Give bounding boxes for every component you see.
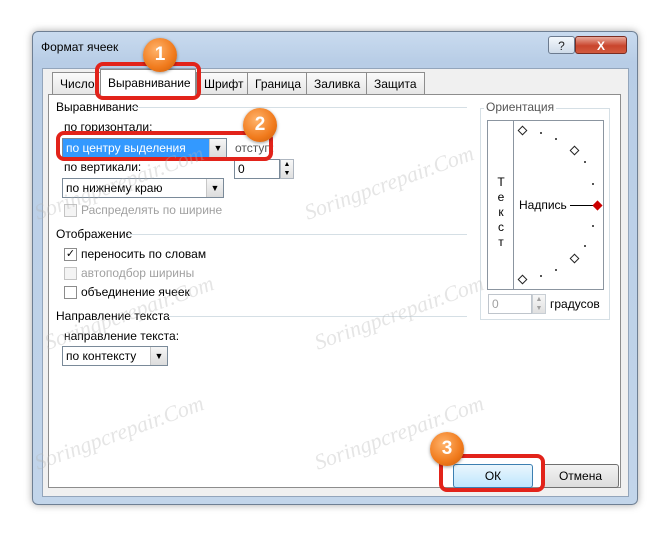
angle-dot [584, 161, 586, 163]
vertical-combo[interactable]: по нижнему краю ▼ [62, 178, 224, 198]
orientation-caption: Надпись [519, 198, 567, 212]
step-badge-2: 2 [243, 108, 277, 142]
step-badge-1: 1 [143, 38, 177, 72]
chevron-down-icon[interactable]: ▼ [150, 347, 167, 365]
angle-marker-active[interactable] [592, 200, 603, 211]
dialog-title: Формат ячеек [41, 40, 119, 54]
direction-value: по контексту [66, 349, 137, 363]
spin-up-icon[interactable]: ▲ [281, 160, 293, 169]
tab-border[interactable]: Граница [247, 72, 310, 94]
angle-dot [540, 132, 542, 134]
vertical-value: по нижнему краю [66, 181, 163, 195]
autofit-label: автоподбор ширины [81, 266, 195, 280]
vertical-text-box[interactable]: Т е к с т [487, 120, 515, 290]
cancel-button[interactable]: Отмена [542, 464, 619, 488]
indent-input[interactable]: 0 [234, 159, 280, 179]
alignment-group-title: Выравнивание [56, 100, 139, 114]
checkmark-icon: ✓ [65, 248, 76, 260]
wrap-checkbox[interactable]: ✓ [64, 248, 77, 261]
wrap-label: переносить по словам [81, 247, 207, 261]
direction-group-title: Направление текста [56, 309, 170, 323]
vertical-text-letter: к [498, 205, 504, 219]
vertical-text-letter: с [498, 220, 504, 234]
orientation-dial[interactable]: Надпись [513, 120, 604, 290]
angle-marker[interactable] [517, 125, 528, 136]
orientation-group-title: Ориентация [484, 100, 557, 114]
merge-label: объединение ячеек [81, 285, 190, 299]
degrees-label: градусов [550, 297, 600, 311]
spin-up-icon[interactable]: ▲ [533, 295, 545, 304]
angle-marker[interactable] [569, 145, 580, 156]
tab-font[interactable]: Шрифт [196, 72, 252, 94]
vertical-label: по вертикали: [64, 160, 142, 174]
vertical-text-letter: Т [497, 175, 505, 189]
display-group-title: Отображение [56, 227, 133, 241]
angle-dot [540, 275, 542, 277]
merge-checkbox[interactable] [64, 286, 77, 299]
angle-dot [592, 183, 594, 185]
group-divider [132, 107, 467, 108]
direction-combo[interactable]: по контексту ▼ [62, 346, 168, 366]
indent-spinner[interactable]: ▲ ▼ [280, 159, 294, 179]
tab-fill[interactable]: Заливка [306, 72, 369, 94]
orientation-needle [570, 205, 594, 206]
help-button[interactable]: ? [548, 36, 575, 54]
angle-dot [555, 269, 557, 271]
group-divider [128, 234, 467, 235]
angle-dot [584, 245, 586, 247]
degrees-input[interactable]: 0 [488, 294, 532, 314]
autofit-checkbox[interactable] [64, 267, 77, 280]
step-badge-3: 3 [430, 432, 464, 466]
close-button[interactable]: X [575, 36, 627, 54]
spin-down-icon[interactable]: ▼ [533, 304, 545, 313]
distribute-label: Распределять по ширине [81, 203, 223, 217]
vertical-text-letter: е [497, 190, 505, 204]
angle-marker[interactable] [517, 274, 528, 285]
tab-protection[interactable]: Защита [366, 72, 425, 94]
highlight-horizontal-combo [56, 131, 273, 161]
angle-marker[interactable] [569, 253, 580, 264]
angle-dot [555, 138, 557, 140]
group-divider [168, 316, 467, 317]
spin-down-icon[interactable]: ▼ [281, 169, 293, 178]
direction-label: направление текста: [64, 329, 180, 343]
chevron-down-icon[interactable]: ▼ [206, 179, 223, 197]
angle-dot [592, 225, 594, 227]
degrees-spinner[interactable]: ▲ ▼ [532, 294, 546, 314]
distribute-checkbox[interactable] [64, 204, 77, 217]
vertical-text-letter: т [498, 235, 504, 249]
